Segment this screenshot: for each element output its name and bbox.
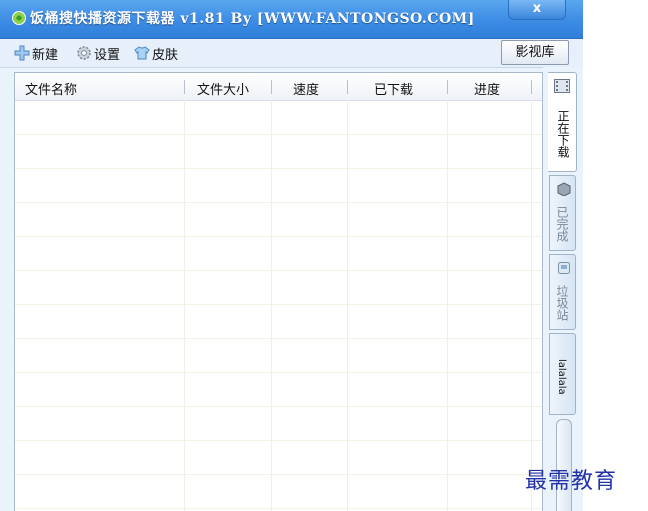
column-header-filename[interactable]: 文件名称: [25, 79, 77, 98]
grid-row-line: [15, 406, 542, 407]
film-icon: [554, 79, 570, 93]
grid-column-line: [184, 100, 185, 511]
skin-button[interactable]: 皮肤: [134, 44, 179, 63]
grid-row-line: [15, 202, 542, 203]
column-separator[interactable]: [271, 80, 272, 94]
tab-lalalala-label: lalalala: [556, 359, 567, 395]
tab-downloading-label: 正在下载: [556, 110, 570, 158]
grid-row-line: [15, 440, 542, 441]
new-label: 新建: [32, 47, 59, 63]
shirt-icon: [134, 46, 150, 60]
title-bar[interactable]: 饭桶搜快播资源下载器 v1.81 By [WWW.FANTONGSO.COM] …: [0, 0, 583, 39]
settings-button[interactable]: 设置: [76, 44, 121, 63]
grid-column-line: [347, 100, 348, 511]
toolbar: 新建 设置 皮肤 影视库: [0, 39, 583, 68]
grid-row-line: [15, 270, 542, 271]
column-separator[interactable]: [347, 80, 348, 94]
grid-row-line: [15, 236, 542, 237]
video-library-button[interactable]: 影视库: [501, 40, 569, 65]
grid-row-line: [15, 372, 542, 373]
column-separator[interactable]: [531, 80, 532, 94]
tab-trash[interactable]: 垃圾站: [549, 254, 576, 330]
grid-column-line: [447, 100, 448, 511]
window-title: 饭桶搜快播资源下载器 v1.81 By [WWW.FANTONGSO.COM]: [30, 11, 475, 27]
skin-label: 皮肤: [152, 47, 179, 63]
gear-icon: [77, 46, 91, 60]
grid-row-line: [15, 304, 542, 305]
app-window: 饭桶搜快播资源下载器 v1.81 By [WWW.FANTONGSO.COM] …: [0, 0, 583, 511]
grid-row-line: [15, 508, 542, 509]
grid-row-line: [15, 168, 542, 169]
grid-column-line: [531, 100, 532, 511]
side-tab-bar: 正在下载 已完成 垃圾站 lalalala: [543, 67, 583, 511]
list-header: 文件名称 文件大小 速度 已下载 进度: [15, 73, 542, 101]
column-header-progress[interactable]: 进度: [474, 79, 500, 98]
column-separator[interactable]: [184, 80, 185, 94]
tab-completed-label: 已完成: [555, 206, 569, 242]
new-button[interactable]: 新建: [14, 44, 59, 63]
plus-icon: [14, 45, 30, 61]
grid-row-line: [15, 134, 542, 135]
box-icon: [557, 182, 571, 196]
column-header-downloaded[interactable]: 已下载: [374, 79, 413, 98]
grid-row-line: [15, 338, 542, 339]
tab-completed[interactable]: 已完成: [549, 175, 576, 251]
settings-label: 设置: [94, 47, 121, 63]
tab-lalalala[interactable]: lalalala: [549, 333, 576, 415]
grid-column-line: [271, 100, 272, 511]
download-list[interactable]: 文件名称 文件大小 速度 已下载 进度: [14, 72, 543, 511]
close-button[interactable]: x: [508, 0, 566, 20]
column-separator[interactable]: [447, 80, 448, 94]
grid-row-line: [15, 474, 542, 475]
trash-icon: [558, 262, 570, 274]
tab-downloading[interactable]: 正在下载: [548, 72, 577, 172]
column-header-speed[interactable]: 速度: [293, 79, 319, 98]
app-logo-icon: [12, 11, 26, 25]
column-header-size[interactable]: 文件大小: [197, 79, 249, 98]
watermark-text: 最需教育: [525, 469, 618, 494]
tab-trash-label: 垃圾站: [555, 285, 569, 321]
